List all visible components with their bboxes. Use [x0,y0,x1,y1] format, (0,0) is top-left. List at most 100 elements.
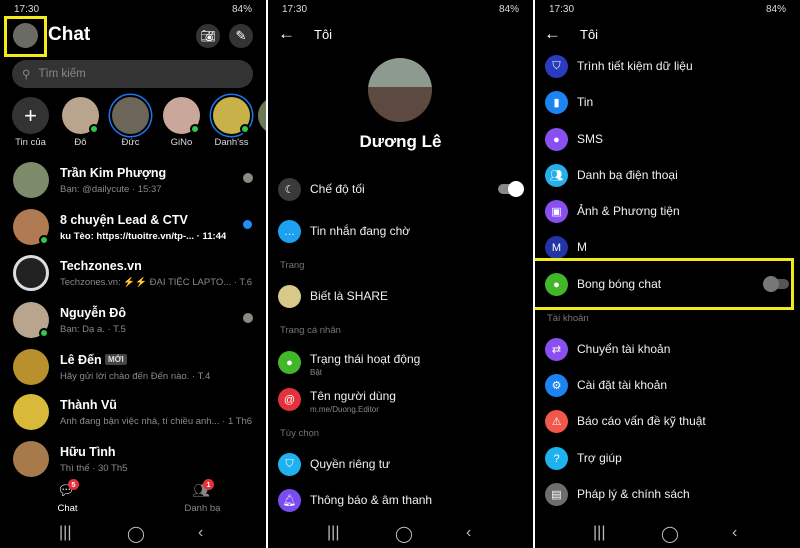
conversation-row[interactable]: 8 chuyện Lead & CTV ku Tèo: https://tuoit… [0,205,266,249]
bottom-tab-chat[interactable]: 💬︎ 5 Chat [55,479,80,518]
row-label: Danh bạ điện thoại [577,168,678,182]
conversation-row[interactable]: Lê Đến MỚI Hãy gửi lời chào đến Đến nào. ·… [0,345,266,389]
back-arrow-icon[interactable]: ← [278,24,295,44]
conversation-preview: Techzones.vn: ⚡⚡ ĐẠI TIỆC LAPTO... · T.6 [60,277,253,288]
search-input[interactable]: ⚲ Tìm kiếm [12,60,253,88]
bottom-tab-contacts[interactable]: 👥︎ 1 Danh bạ [185,479,220,518]
add-story-button: + [12,97,49,134]
profile-avatar[interactable] [13,23,38,48]
story-item[interactable]: + Tin của [12,97,49,149]
row-label: Thông báo & âm thanh [310,493,433,507]
seen-avatar-icon [243,173,253,183]
settings-row-contacts[interactable]: 👥︎ Danh bạ điện thoại [535,159,800,191]
story-avatar [112,97,149,134]
settings-row-page-avatar[interactable]: Biết là SHARE [268,280,533,312]
user-name: Dương Lê [359,132,442,151]
new-message-button[interactable]: ✎ [229,24,253,48]
settings-row-moon[interactable]: ☾ Chế độ tối [268,173,533,205]
battery-level: 84% [231,3,252,15]
home-nav-button[interactable]: ◯ [661,524,679,544]
conversation-row[interactable]: Nguyễn Đô Bạn: Dạ a. · T.5 [0,298,266,342]
recents-nav-button[interactable]: ||| [593,524,605,542]
bottom-tab-label: Danh bạ [184,503,221,514]
gear-icon: ⚙ [545,374,568,397]
settings-row-bell[interactable]: 🔔︎ Thông báo & âm thanh [268,484,533,516]
status-time: 17:30 [14,3,40,15]
search-icon: ⚲ [22,69,31,81]
data-saver-icon: ⛉ [545,55,568,78]
stories-icon: ▮ [545,91,568,114]
story-item[interactable]: Kh [258,97,266,149]
settings-row-data-saver[interactable]: ⛉ Trình tiết kiệm dữ liệu [535,50,800,82]
online-indicator [240,124,250,134]
user-avatar[interactable] [368,58,432,122]
settings-row-chat-bubble[interactable]: … Tin nhắn đang chờ [268,215,533,247]
new-badge: MỚI [105,354,127,365]
story-label: Đức [121,137,140,148]
bell-icon: 🔔︎ [278,489,301,512]
settings-row-photo[interactable]: ▣ Ảnh & Phương tiện [535,195,800,227]
camera-button[interactable]: 📷︎ [196,24,220,48]
story-item[interactable]: Đô [62,97,99,149]
recents-nav-button[interactable]: ||| [59,524,71,542]
online-indicator [89,124,99,134]
row-label: Pháp lý & chính sách [577,487,690,501]
conversation-avatar [13,349,49,385]
settings-row-document[interactable]: ▤ Pháp lý & chính sách [535,478,800,510]
row-label: SMS [577,132,604,146]
conversation-row[interactable]: Trần Kim Phượng Bạn: @dailycute · 15:37 [0,158,266,202]
profile-screen: 17:30 84% ← Tôi Dương Lê ☾ Chế độ tối … Tin … [268,0,533,548]
settings-screen: 17:30 84% ← Tôi ⛉ Trình tiết kiệm dữ liệu ▮… [535,0,800,548]
section-header: Tùy chọn [280,428,320,439]
online-indicator [39,235,49,245]
settings-row-gear[interactable]: ⚙ Cài đặt tài khoản [535,369,800,401]
recents-nav-button[interactable]: ||| [327,524,339,542]
home-nav-button[interactable]: ◯ [127,524,145,544]
settings-row-at[interactable]: @ Tên người dùng m.me/Duong.Editor [268,383,533,415]
story-label: GiNo [170,137,193,148]
status-time: 17:30 [282,3,308,15]
at-icon: @ [278,388,301,411]
conversation-row[interactable]: Thành Vũ Anh đang bận việc nhà, tí chiều … [0,390,266,434]
conversation-name: Hữu Tình [60,445,116,459]
back-arrow-icon[interactable]: ← [544,24,561,44]
story-item[interactable]: Danh'ss [213,97,250,149]
bottom-tab-label: Chat [57,503,78,514]
row-label: M [577,240,587,254]
back-nav-button[interactable]: ‹ [732,524,737,542]
story-item[interactable]: GiNo [163,97,200,149]
back-nav-button[interactable]: ‹ [198,524,203,542]
conversation-row[interactable]: Hữu Tình Thì thế · 30 Th5 [0,437,266,481]
status-time: 17:30 [549,3,575,15]
toggle-switch[interactable] [498,181,524,197]
photo-icon: ▣ [545,200,568,223]
settings-row-active-status[interactable]: ● Trạng thái hoạt động Bật [268,346,533,378]
story-label: Đô [74,137,87,148]
settings-row-warning[interactable]: ⚠ Báo cáo vấn đề kỹ thuật [535,405,800,437]
story-item[interactable]: Đức [112,97,149,149]
conversation-name: Trần Kim Phượng [60,166,167,180]
section-header: Trang [280,260,305,271]
unread-dot-icon [243,220,252,229]
settings-row-help[interactable]: ? Trợ giúp [535,442,800,474]
conversation-name: 8 chuyện Lead & CTV [60,213,188,227]
row-label: Trạng thái hoạt động [310,352,421,366]
settings-row-sms[interactable]: ● SMS [535,123,800,155]
story-avatar [258,97,266,134]
row-label: Cài đặt tài khoản [577,378,668,392]
conversation-name: Lê Đến [60,353,102,367]
badge-count: 5 [68,479,79,490]
back-nav-button[interactable]: ‹ [466,524,471,542]
story-label: Kh [250,137,266,148]
conversation-preview: Bạn: Dạ a. · T.5 [60,324,126,335]
settings-row-stories[interactable]: ▮ Tin [535,86,800,118]
home-nav-button[interactable]: ◯ [395,524,413,544]
row-label: Ảnh & Phương tiện [577,204,680,218]
status-bar: 17:30 84% [14,2,252,16]
row-label: Biết là SHARE [310,289,389,303]
settings-row-shield[interactable]: ⛉ Quyền riêng tư [268,448,533,480]
status-bar: 17:30 84% [549,2,786,16]
page-avatar-icon [278,285,301,308]
conversation-row[interactable]: Techzones.vn Techzones.vn: ⚡⚡ ĐẠI TIỆC LA… [0,251,266,295]
settings-row-switch-account[interactable]: ⇄ Chuyển tài khoản [535,333,800,365]
